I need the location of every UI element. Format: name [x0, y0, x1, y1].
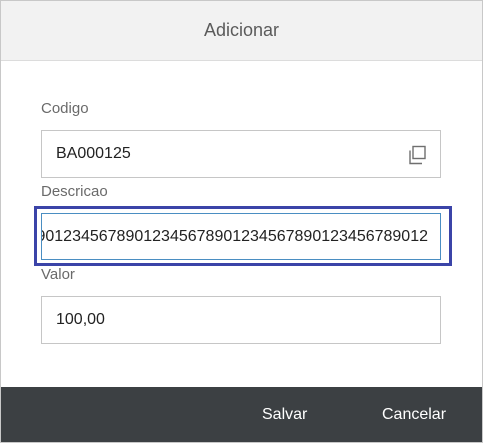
descricao-field[interactable]: 3456789012345678901234567890123456789012… [41, 213, 441, 260]
valor-field[interactable]: 100,00 [41, 296, 441, 344]
save-button[interactable]: Salvar [262, 406, 307, 424]
copy-icon[interactable] [407, 145, 427, 165]
valor-label: Valor [41, 266, 75, 283]
cancel-button[interactable]: Cancelar [382, 406, 446, 424]
codigo-field[interactable]: BA000125 [41, 130, 441, 178]
descricao-label: Descricao [41, 183, 108, 200]
codigo-label: Codigo [41, 100, 89, 117]
add-dialog: Adicionar Codigo BA000125 Descricao 3456… [0, 0, 483, 443]
descricao-value: 3456789012345678901234567890123456789012… [41, 227, 428, 245]
valor-value: 100,00 [56, 311, 105, 328]
dialog-footer: Salvar Cancelar [1, 387, 482, 442]
dialog-title: Adicionar [203, 20, 280, 40]
codigo-value: BA000125 [56, 145, 131, 162]
dialog-header: Adicionar [1, 1, 482, 61]
